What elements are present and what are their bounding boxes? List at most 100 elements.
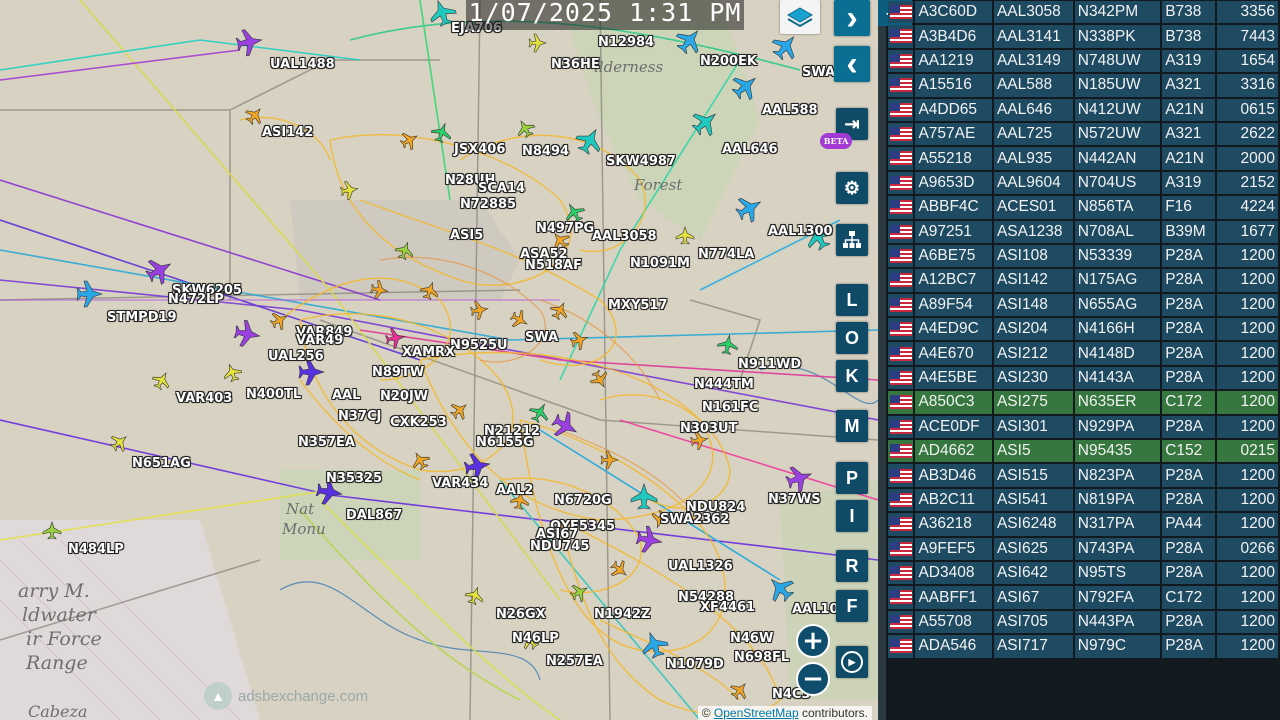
aircraft-label[interactable]: UAL1488 — [270, 58, 335, 72]
aircraft-label[interactable]: XAMRX — [402, 346, 455, 360]
map-view[interactable]: arry M. ldwater ir Force Range Cabeza Na… — [0, 0, 878, 720]
aircraft-label[interactable]: N698FL — [734, 651, 789, 665]
aircraft-label[interactable]: N400TL — [246, 388, 301, 402]
aircraft-label[interactable]: AAL3058 — [592, 230, 657, 244]
aircraft-label[interactable]: N484LP — [68, 543, 124, 557]
table-row[interactable]: A12BC7 ASI142 N175AG P28A 1200 — [888, 269, 1278, 292]
aircraft-label[interactable]: CXK253 — [390, 416, 447, 430]
aircraft-label[interactable]: AAL588 — [762, 104, 818, 118]
panel-divider[interactable] — [878, 0, 886, 720]
toggle-I-button[interactable]: I — [836, 500, 868, 532]
toggle-F-button[interactable]: F — [836, 590, 868, 622]
aircraft-label[interactable]: N1079D — [666, 658, 724, 672]
table-row[interactable]: A6BE75 ASI108 N53339 P28A 1200 — [888, 244, 1278, 268]
aircraft-label[interactable]: N89TW — [372, 366, 424, 380]
table-row[interactable]: A757AE AAL725 N572UW A321 2622 — [888, 122, 1278, 146]
aircraft-label[interactable]: AAL10 — [792, 603, 839, 617]
aircraft-label[interactable]: AAL — [332, 389, 360, 403]
aircraft-label[interactable]: XF4461 — [700, 601, 755, 615]
aircraft-label[interactable]: VAR49 — [296, 334, 343, 348]
aircraft-label[interactable]: N161FC — [702, 401, 758, 415]
aircraft-label[interactable]: N36HE — [551, 58, 600, 72]
aircraft-label[interactable]: N72885 — [460, 198, 516, 212]
aircraft-label[interactable]: ASI142 — [262, 126, 313, 140]
table-row[interactable]: ABBF4C ACES01 N856TA F16 4224 — [888, 196, 1278, 219]
table-row[interactable]: A3C60D AAL3058 N342PM B738 3356 — [888, 1, 1278, 24]
aircraft-label[interactable]: N444TM — [694, 378, 754, 392]
table-row[interactable]: A4DD65 AAL646 N412UW A21N 0615 — [888, 98, 1278, 121]
aircraft-label[interactable]: N37WS — [768, 493, 821, 507]
table-row[interactable]: AD4662 ASI5 N95435 C152 0215 — [888, 440, 1278, 463]
table-row[interactable]: AA1219 AAL3149 N748UW A319 1654 — [888, 49, 1278, 73]
aircraft-label[interactable]: N35325 — [326, 472, 382, 486]
table-row[interactable]: A36218 ASI6248 N317PA PA44 1200 — [888, 513, 1278, 536]
aircraft-label[interactable]: N200EK — [700, 55, 757, 69]
table-row[interactable]: A850C3 ASI275 N635ER C172 1200 — [888, 391, 1278, 414]
table-row[interactable]: AD3408 ASI642 N95TS P28A 1200 — [888, 561, 1278, 585]
table-row[interactable]: A55708 ASI705 N443PA P28A 1200 — [888, 610, 1278, 634]
table-row[interactable]: A89F54 ASI148 N655AG P28A 1200 — [888, 293, 1278, 317]
toggle-P-button[interactable]: P — [836, 462, 868, 494]
aircraft-label[interactable]: N357EA — [298, 436, 355, 450]
aircraft-label[interactable]: N8494 — [522, 145, 569, 159]
toggle-M-button[interactable]: M — [836, 410, 868, 442]
toggle-K-button[interactable]: K — [836, 360, 868, 392]
replay-button[interactable]: ▶ — [836, 646, 868, 678]
aircraft-label[interactable]: DAL867 — [346, 509, 402, 523]
toggle-O-button[interactable]: O — [836, 322, 868, 354]
aircraft-label[interactable]: N911WD — [738, 358, 801, 372]
table-row[interactable]: A4ED9C ASI204 N4166H P28A 1200 — [888, 318, 1278, 341]
aircraft-label[interactable]: SWA2362 — [660, 513, 729, 527]
aircraft-label[interactable]: N26GX — [496, 608, 546, 622]
toggle-L-button[interactable]: L — [836, 284, 868, 316]
aircraft-label[interactable]: N6155G — [476, 436, 534, 450]
prev-button[interactable]: ‹ — [834, 46, 870, 82]
table-row[interactable]: A9FEF5 ASI625 N743PA P28A 0266 — [888, 537, 1278, 560]
table-row[interactable]: A15516 AAL588 N185UW A321 3316 — [888, 74, 1278, 97]
aircraft-label[interactable]: N774LA — [698, 248, 754, 262]
aircraft-label[interactable]: UAL256 — [268, 350, 324, 364]
aircraft-label[interactable]: AAL1300 — [768, 225, 833, 239]
table-row[interactable]: A4E670 ASI212 N4148D P28A 1200 — [888, 342, 1278, 365]
table-row[interactable]: A4E5BE ASI230 N4143A P28A 1200 — [888, 366, 1278, 390]
aircraft-label[interactable]: VAR434 — [432, 477, 488, 491]
aircraft-label[interactable]: SWA — [525, 331, 558, 345]
aircraft-label[interactable]: N303UT — [680, 422, 737, 436]
aircraft-label[interactable]: N1091M — [630, 257, 690, 271]
aircraft-table[interactable]: A3C60D AAL3058 N342PM B738 3356 A3B4D6 AAL3141… — [886, 0, 1280, 660]
table-row[interactable]: A9653D AAL9604 N704US A319 2152 — [888, 171, 1278, 195]
aircraft-label[interactable]: STMPD19 — [107, 311, 177, 325]
table-row[interactable]: ACE0DF ASI301 N929PA P28A 1200 — [888, 415, 1278, 439]
aircraft-label[interactable]: N20JW — [380, 390, 428, 404]
aircraft-label[interactable]: AAL646 — [722, 143, 778, 157]
aircraft-label[interactable]: N651AG — [132, 457, 191, 471]
aircraft-label[interactable]: SKW4987 — [606, 155, 676, 169]
settings-button[interactable]: ⚙ — [836, 172, 868, 204]
hierarchy-button[interactable] — [836, 224, 868, 256]
toggle-R-button[interactable]: R — [836, 550, 868, 582]
layers-button[interactable] — [780, 0, 820, 34]
aircraft-label[interactable]: SWA — [802, 66, 835, 80]
table-row[interactable]: ADA546 ASI717 N979C P28A 1200 — [888, 635, 1278, 658]
aircraft-label[interactable]: N472LP — [168, 293, 224, 307]
aircraft-label[interactable]: N1942Z — [594, 608, 651, 622]
zoom-out-button[interactable]: − — [796, 662, 830, 696]
aircraft-label[interactable]: VAR403 — [176, 392, 232, 406]
table-row[interactable]: AABFF1 ASI67 N792FA C172 1200 — [888, 586, 1278, 609]
next-button[interactable]: › — [834, 0, 870, 36]
aircraft-label[interactable]: N497PG — [536, 222, 594, 236]
aircraft-label[interactable]: N46W — [730, 632, 773, 646]
aircraft-label[interactable]: N9525U — [450, 339, 508, 353]
aircraft-label[interactable]: SCA14 — [478, 182, 525, 196]
table-row[interactable]: AB2C11 ASI541 N819PA P28A 1200 — [888, 488, 1278, 512]
aircraft-label[interactable]: N518AF — [525, 259, 582, 273]
table-row[interactable]: A97251 ASA1238 N708AL B39M 1677 — [888, 220, 1278, 243]
aircraft-label[interactable]: N257EA — [546, 655, 603, 669]
aircraft-label[interactable]: N12984 — [598, 36, 654, 50]
table-row[interactable]: A3B4D6 AAL3141 N338PK B738 7443 — [888, 25, 1278, 48]
table-row[interactable]: AB3D46 ASI515 N823PA P28A 1200 — [888, 464, 1278, 487]
aircraft-label[interactable]: JSX406 — [454, 143, 505, 157]
aircraft-label[interactable]: UAL1326 — [668, 560, 733, 574]
aircraft-label[interactable]: AAL2 — [496, 484, 533, 498]
zoom-in-button[interactable]: + — [796, 624, 830, 658]
